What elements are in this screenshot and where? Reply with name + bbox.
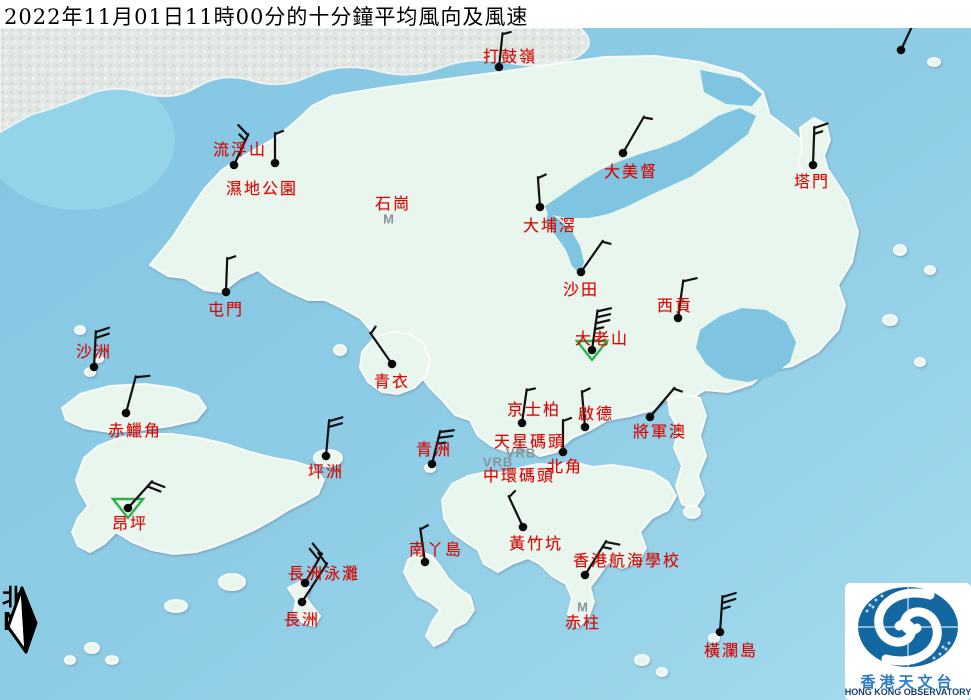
- station-dot: [271, 159, 280, 168]
- station-dot: [222, 288, 231, 297]
- station-label: 昂坪: [112, 510, 148, 534]
- wind-barb: [508, 491, 530, 527]
- station-label: 大美督: [604, 158, 658, 182]
- station-label: 黃竹坑: [509, 530, 563, 554]
- wind-barb: [623, 115, 652, 157]
- station-dot: [536, 203, 545, 212]
- station-label: 沙洲: [76, 338, 112, 362]
- wind-barb: [326, 416, 342, 457]
- station-label: 赤鱲角: [108, 417, 162, 441]
- station-label: 濕地公園: [226, 175, 298, 199]
- station-大埔滘: [536, 175, 548, 212]
- station-label: 大埔滘: [523, 212, 577, 236]
- wind-barb: [226, 256, 235, 292]
- station-dot: [90, 363, 99, 372]
- station-label: 橫瀾島: [704, 637, 758, 661]
- station-dot: [230, 161, 239, 170]
- hko-logo: 香港天文台 HONG KONG OBSERVATORY: [845, 583, 971, 700]
- station-dot: [298, 598, 307, 607]
- station-label: 啟德: [578, 400, 614, 424]
- station-dot: [619, 149, 628, 158]
- hko-logo-emblem: [845, 583, 971, 673]
- station-label: 南丫島: [409, 536, 463, 560]
- station-坪洲: [322, 416, 343, 460]
- title-bar: 2022年11月01日11時00分的十分鐘平均風向及風速: [0, 0, 971, 28]
- station-label: 屯門: [208, 296, 244, 320]
- station-dot: [716, 628, 725, 637]
- hko-logo-name-en: HONG KONG OBSERVATORY: [843, 687, 971, 697]
- station-青衣: [369, 327, 398, 369]
- station-label: 流浮山: [213, 136, 267, 160]
- station-赤鱲角: [122, 372, 150, 417]
- wind-map: 2022年11月01日11時00分的十分鐘平均風向及風速 打鼓嶺流浮山濕地公園大…: [0, 0, 971, 700]
- station-label: 赤柱: [565, 609, 601, 633]
- compass-needle: [2, 586, 58, 656]
- station-label: 長洲泳灘: [288, 560, 360, 584]
- station-label: 沙田: [563, 276, 599, 300]
- station-label: 將軍澳: [633, 418, 687, 442]
- station-dot: [122, 409, 131, 418]
- station-label: 坪洲: [308, 458, 344, 482]
- wind-barb: [720, 592, 736, 633]
- wind-barb: [369, 327, 398, 364]
- map-title: 2022年11月01日11時00分的十分鐘平均風向及風速: [4, 1, 528, 31]
- station-塔門: [809, 123, 828, 169]
- station-label: 打鼓嶺: [483, 43, 537, 67]
- compass: 北 N: [2, 586, 58, 632]
- station-label: 西貢: [657, 292, 693, 316]
- station-將軍澳: [646, 386, 682, 422]
- wind-barb: [581, 239, 610, 276]
- stations-layer: [0, 0, 971, 700]
- station-dot: [577, 268, 586, 277]
- station-濕地公園: [271, 131, 283, 167]
- station-dot: [388, 360, 397, 369]
- station-label: 大老山: [575, 325, 629, 349]
- station-label: 石崗: [375, 190, 411, 214]
- station-橫瀾島: [716, 592, 736, 636]
- wind-barb: [538, 175, 548, 207]
- station-dot: [581, 571, 590, 580]
- station-大美督: [619, 115, 652, 157]
- station-黃竹坑: [508, 491, 530, 531]
- station-label: 北角: [547, 453, 583, 477]
- station-label: 天星碼頭: [494, 428, 566, 452]
- station-屯門: [222, 256, 236, 296]
- station-label: 塔門: [794, 168, 830, 192]
- station-label: 香港航海學校: [573, 547, 681, 571]
- station-dot: [897, 46, 906, 55]
- wind-barb: [126, 372, 149, 416]
- wind-barb: [650, 386, 682, 422]
- station-label: 京士柏: [507, 396, 561, 420]
- station-dot: [428, 460, 437, 469]
- station-label: 青洲: [416, 436, 452, 460]
- station-沙田: [577, 239, 611, 276]
- wind-barb: [813, 123, 827, 165]
- station-label: 長洲: [284, 606, 320, 630]
- wind-barb: [275, 131, 283, 163]
- station-label: 青衣: [374, 368, 410, 392]
- station-label: 中環碼頭: [483, 462, 555, 486]
